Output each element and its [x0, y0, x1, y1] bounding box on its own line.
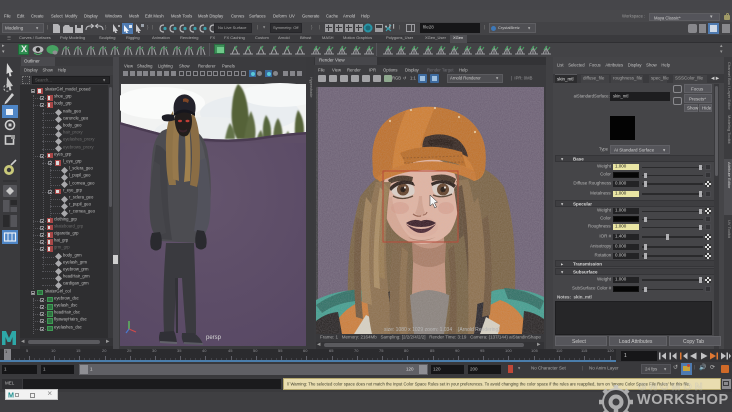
svg-text:persp: persp	[206, 335, 222, 341]
svg-text:size: 1080 x 1029 zoom: 1.034: size: 1080 x 1029 zoom: 1.034 (Arnold Re…	[384, 327, 500, 333]
svg-text:WORKSHOP: WORKSHOP	[637, 392, 729, 408]
